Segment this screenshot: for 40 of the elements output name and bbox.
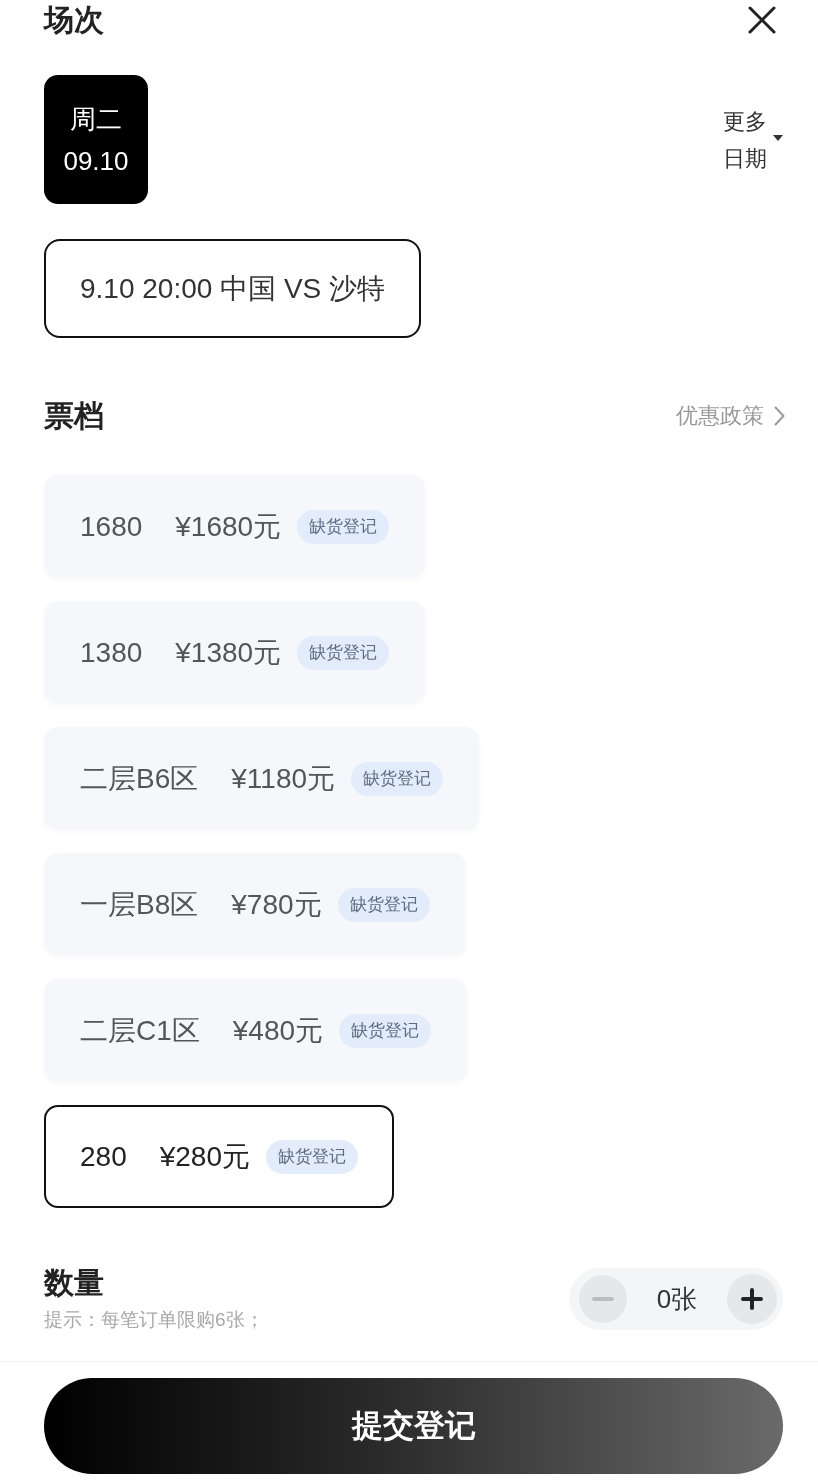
- minus-icon: [592, 1297, 614, 1301]
- tier-name: 1680: [80, 509, 143, 544]
- tier-price: ¥1680元: [175, 509, 282, 544]
- tier-price: ¥280元: [159, 1139, 250, 1174]
- section-title: 数量: [44, 1265, 104, 1301]
- tier-price: ¥1180元: [231, 761, 336, 796]
- out-of-stock-tag: 缺货登记: [297, 509, 390, 544]
- increment-button[interactable]: [727, 1274, 777, 1324]
- out-of-stock-tag: 缺货登记: [339, 1013, 432, 1048]
- session-option[interactable]: 9.10 20:00 中国 VS 沙特: [44, 239, 422, 338]
- tier-price: ¥480元: [232, 1013, 324, 1048]
- date-chip[interactable]: 周二 09.10: [44, 75, 148, 204]
- tier-price: ¥1380元: [175, 635, 282, 670]
- section-title: 票档: [44, 398, 104, 434]
- close-button[interactable]: [748, 6, 776, 34]
- tier-price: ¥780元: [231, 887, 322, 922]
- section-title: 场次: [44, 2, 104, 38]
- tier-name: 二层C1区: [80, 1013, 200, 1048]
- tier-name: 280: [80, 1139, 127, 1174]
- tier-name: 一层B8区: [80, 887, 199, 922]
- submit-button[interactable]: 提交登记: [44, 1378, 783, 1474]
- ticket-tier-option[interactable]: 280 ¥280元 缺货登记: [44, 1105, 394, 1208]
- close-icon: [748, 6, 776, 34]
- out-of-stock-tag: 缺货登记: [297, 635, 390, 670]
- ticket-tier-option[interactable]: 二层B6区 ¥1180元 缺货登记: [44, 727, 480, 830]
- out-of-stock-tag: 缺货登记: [351, 761, 444, 796]
- quantity-value: 0张: [656, 1283, 698, 1315]
- caret-down-icon: [773, 134, 783, 141]
- chevron-right-icon: [774, 406, 785, 426]
- ticket-tier-option[interactable]: 二层C1区 ¥480元 缺货登记: [44, 979, 468, 1082]
- ticket-tier-option[interactable]: 一层B8区 ¥780元 缺货登记: [44, 853, 466, 956]
- out-of-stock-tag: 缺货登记: [266, 1139, 358, 1174]
- plus-icon: [741, 1288, 763, 1310]
- tier-name: 二层B6区: [80, 761, 199, 796]
- purchase-limit-hint: 提示：每笔订单限购6张；: [44, 1308, 264, 1332]
- tier-name: 1380: [80, 635, 143, 670]
- ticket-tier-option[interactable]: 1680 ¥1680元 缺货登记: [44, 475, 426, 578]
- ticket-tier-option[interactable]: 1380 ¥1380元 缺货登记: [44, 601, 426, 704]
- more-dates-button[interactable]: 更多日期: [723, 102, 783, 177]
- out-of-stock-tag: 缺货登记: [337, 887, 430, 922]
